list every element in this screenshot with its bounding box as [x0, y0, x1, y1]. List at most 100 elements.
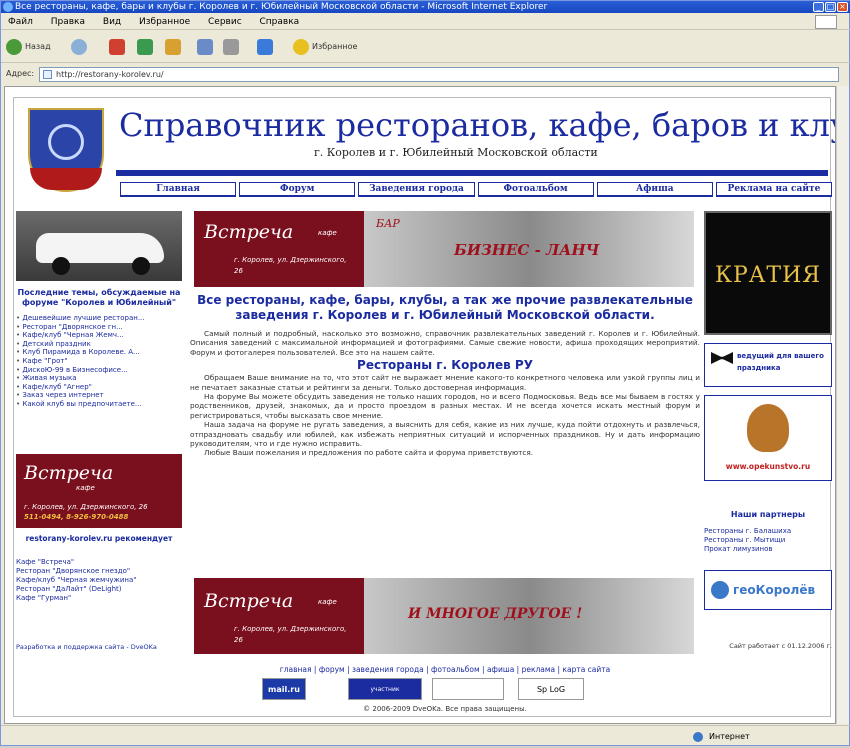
- recommend-link[interactable]: Ресторан "Дворянское гнездо": [16, 567, 182, 576]
- banner-kafe: кафе: [318, 598, 337, 606]
- member-badge[interactable]: участник: [348, 678, 422, 700]
- recommend-link[interactable]: Кафе "Гурман": [16, 594, 182, 603]
- address-input[interactable]: http://restorany-korolev.ru/: [39, 67, 839, 82]
- banner-bar-label: БАР: [376, 217, 400, 230]
- banner-address: г. Королев, ул. Дзержинского, 26: [234, 625, 347, 644]
- minimize-button[interactable]: _: [813, 2, 824, 12]
- edit-icon: [257, 38, 273, 55]
- back-button[interactable]: Назад: [6, 37, 51, 57]
- nav-photos[interactable]: Фотоальбом: [477, 182, 594, 197]
- nav-forum[interactable]: Форум: [239, 182, 356, 197]
- forum-topic-link[interactable]: Детский праздник: [16, 340, 182, 349]
- recommend-link[interactable]: Кафе "Встреча": [16, 558, 182, 567]
- nav-home[interactable]: Главная: [120, 182, 237, 197]
- forum-topic-link[interactable]: Кафе/клуб "Черная Жемч...: [16, 331, 182, 340]
- opekunstvo-link: www.opekunstvo.ru: [725, 462, 811, 471]
- car-wheel: [132, 257, 150, 275]
- banner-tagline: БИЗНЕС - ЛАНЧ: [454, 241, 600, 259]
- search-button[interactable]: [197, 37, 216, 57]
- print-icon: [223, 38, 239, 55]
- partner-link[interactable]: Рестораны г. Мытищи: [704, 536, 832, 545]
- forum-topic-link[interactable]: Ресторан "Дворянское гн...: [16, 323, 182, 332]
- car-wheel: [52, 257, 70, 275]
- partners-block: Наши партнеры Рестораны г. Балашиха Рест…: [704, 510, 832, 554]
- emblem-red-field: [30, 168, 102, 190]
- forum-topic-link[interactable]: Заказ через интернет: [16, 391, 182, 400]
- teddy-bear-icon: [747, 404, 789, 452]
- title-bar: Все рестораны, кафе, бары и клубы г. Кор…: [1, 1, 850, 13]
- partner-link[interactable]: Рестораны г. Балашиха: [704, 527, 832, 536]
- main-heading: Все рестораны, кафе, бары, клубы, а так …: [197, 293, 693, 322]
- stop-button[interactable]: [109, 37, 128, 57]
- star-icon: [293, 38, 309, 55]
- developer-link[interactable]: Разработка и поддержка сайта - DveOKa: [16, 643, 182, 651]
- forum-topic-link[interactable]: Живая музыка: [16, 374, 182, 383]
- search-counter[interactable]: [432, 678, 504, 700]
- menu-help[interactable]: Справка: [260, 17, 300, 27]
- vstrecha-top-banner[interactable]: Встреча кафе г. Королев, ул. Дзержинског…: [194, 211, 694, 287]
- nav-venues[interactable]: Заведения города: [358, 182, 475, 197]
- forward-button[interactable]: [71, 37, 90, 57]
- forum-topic-link[interactable]: Клуб Пирамида в Королеве. А...: [16, 348, 182, 357]
- recommend-list: Кафе "Встреча" Ресторан "Дворянское гнез…: [16, 558, 182, 603]
- recommend-link[interactable]: Ресторан "ДаЛайт" (DeLight): [16, 585, 182, 594]
- maximize-button[interactable]: □: [825, 2, 836, 12]
- site-title: Справочник ресторанов, кафе, баров и клу…: [119, 106, 836, 144]
- nav-events[interactable]: Афиша: [596, 182, 713, 197]
- vstrecha-side-banner[interactable]: Встреча кафе г. Королев, ул. Дзержинског…: [16, 454, 182, 528]
- site-since: Сайт работает с 01.12.2006 г.: [729, 642, 832, 650]
- page-viewport: Справочник ресторанов, кафе, баров и клу…: [4, 86, 836, 724]
- address-bar: Адрес: http://restorany-korolev.ru/: [1, 64, 850, 84]
- menu-view[interactable]: Вид: [103, 17, 121, 27]
- forum-topic-link[interactable]: ДискоЮ-99 в Бизнесофисе...: [16, 366, 182, 375]
- favorites-button[interactable]: Избранное: [293, 37, 357, 57]
- menu-tools[interactable]: Сервис: [208, 17, 242, 27]
- nav-advertising[interactable]: Реклама на сайте: [715, 182, 833, 197]
- host-ad[interactable]: ведущий для вашего праздника: [704, 343, 832, 387]
- left-column: Последние темы, обсуждаемые на форуме "К…: [16, 288, 182, 409]
- address-label: Адрес:: [6, 69, 35, 78]
- forum-topic-link[interactable]: Дешевейшие лучшие ресторан...: [16, 314, 182, 323]
- menu-file[interactable]: Файл: [8, 17, 33, 27]
- main-nav: Главная Форум Заведения города Фотоальбо…: [120, 182, 833, 197]
- forum-topic-list: Дешевейшие лучшие ресторан... Ресторан "…: [16, 314, 182, 409]
- menu-favorites[interactable]: Избранное: [139, 17, 190, 27]
- partner-link[interactable]: Прокат лимузинов: [704, 545, 832, 554]
- header-divider: [116, 170, 828, 176]
- globe-icon: [711, 581, 729, 599]
- recommend-heading: restorany-korolev.ru рекомендует: [25, 534, 173, 543]
- menu-edit[interactable]: Правка: [51, 17, 85, 27]
- geokorolev-ad[interactable]: геоКоролёв: [704, 570, 832, 610]
- page-icon: [43, 70, 52, 79]
- forum-topic-link[interactable]: Какой клуб вы предпочитаете...: [16, 400, 182, 409]
- mailru-counter[interactable]: mail.ru: [262, 678, 306, 700]
- geokorolev-logo-text: геоКоролёв: [733, 583, 816, 597]
- kratia-ad[interactable]: КРАТИЯ: [704, 211, 832, 335]
- browser-window: Все рестораны, кафе, бары и клубы г. Кор…: [0, 0, 850, 746]
- vstrecha-bottom-banner[interactable]: Встреча кафе г. Королев, ул. Дзержинског…: [194, 578, 694, 654]
- window-title: Все рестораны, кафе, бары и клубы г. Кор…: [15, 2, 548, 12]
- banner-kafe: кафе: [76, 484, 95, 492]
- forum-topic-link[interactable]: Кафе "Грот": [16, 357, 182, 366]
- section-title: Рестораны г. Королев РУ: [357, 358, 533, 373]
- refresh-button[interactable]: [137, 37, 156, 57]
- limousine-ad-image[interactable]: [16, 211, 182, 281]
- home-button[interactable]: [165, 37, 184, 57]
- forum-topic-link[interactable]: Кафе/клуб "Агнер": [16, 383, 182, 392]
- refresh-icon: [137, 38, 153, 55]
- edit-button[interactable]: [257, 37, 276, 57]
- recommend-link[interactable]: Кафе/клуб "Черная жемчужина": [16, 576, 182, 585]
- splog-counter[interactable]: Sp LoG: [518, 678, 584, 700]
- internet-zone-icon: [693, 732, 703, 742]
- footer-links[interactable]: главная | форум | заведения города | фот…: [190, 665, 700, 674]
- vertical-scrollbar[interactable]: [836, 86, 849, 724]
- print-button[interactable]: [223, 37, 242, 57]
- status-zone: Интернет: [709, 732, 750, 741]
- status-bar: Интернет: [1, 725, 850, 747]
- partners-heading: Наши партнеры: [730, 510, 806, 519]
- stop-icon: [109, 38, 125, 55]
- close-button[interactable]: ×: [837, 2, 848, 12]
- opekunstvo-ad[interactable]: www.opekunstvo.ru: [704, 395, 832, 481]
- banner-brand: Встреча: [204, 221, 294, 243]
- kratia-logo-text: КРАТИЯ: [714, 263, 822, 288]
